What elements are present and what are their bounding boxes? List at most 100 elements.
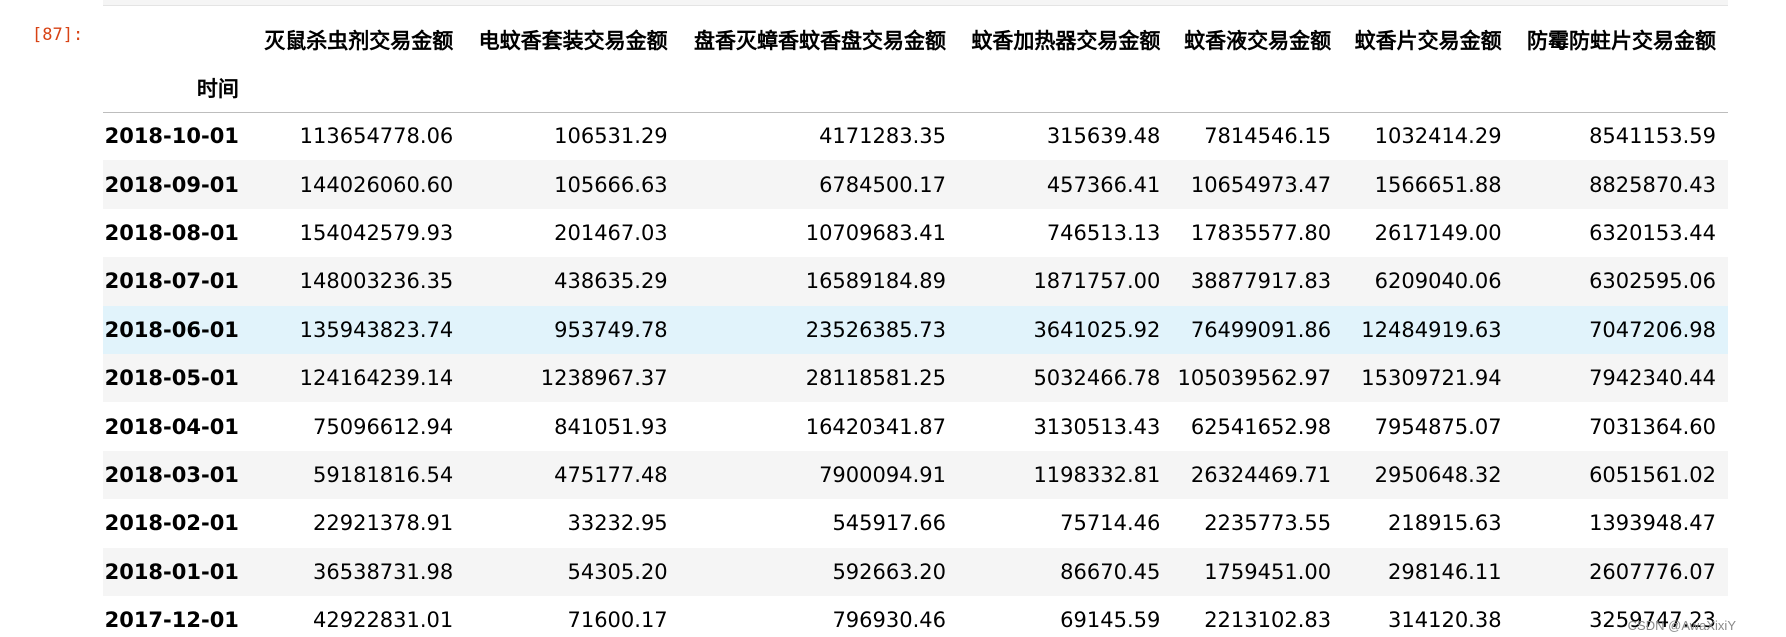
table-cell: 148003236.35 bbox=[299, 269, 454, 294]
table-cell: 1198332.81 bbox=[1033, 462, 1161, 487]
table-cell: 1032414.29 bbox=[1374, 124, 1502, 149]
table-cell: 7954875.07 bbox=[1374, 414, 1502, 439]
table-cell: 7031364.60 bbox=[1589, 414, 1716, 439]
table-row: 2018-09-01 144026060.60 105666.63 6784500.1… bbox=[103, 160, 1728, 209]
table-cell: 796930.46 bbox=[832, 608, 946, 633]
table-row: 2017-12-01 42922831.01 71600.17 796930.46 69… bbox=[103, 596, 1728, 637]
row-index: 2018-06-01 bbox=[104, 317, 239, 342]
table-cell: 62541652.98 bbox=[1190, 414, 1332, 439]
table-cell: 457366.41 bbox=[1046, 172, 1161, 197]
column-header: 电蚊香套装交易金额 bbox=[478, 29, 668, 53]
table-cell: 7814546.15 bbox=[1204, 124, 1332, 149]
table-cell: 113654778.06 bbox=[299, 124, 454, 149]
table-row: 2018-03-01 59181816.54 475177.48 7900094.91… bbox=[103, 450, 1728, 500]
table-cell: 2617149.00 bbox=[1374, 220, 1502, 245]
table-body: 2018-10-01 113654778.06 106531.29 4171283.3… bbox=[103, 112, 1728, 637]
table-cell: 75714.46 bbox=[1060, 511, 1161, 536]
table-cell: 841051.93 bbox=[554, 414, 668, 439]
table-header: 灭鼠杀虫剂交易金额 电蚊香套装交易金额 盘香灭蟑香蚊香盘交易金额 蚊香加热器交易… bbox=[103, 16, 1728, 113]
previous-cell-edge bbox=[103, 0, 1728, 6]
table-cell: 105666.63 bbox=[554, 172, 668, 197]
table-cell: 7900094.91 bbox=[819, 462, 946, 487]
table-cell: 154042579.93 bbox=[299, 220, 454, 245]
table-cell: 6209040.06 bbox=[1374, 269, 1502, 294]
table-cell: 23526385.73 bbox=[805, 317, 946, 342]
table-cell: 69145.59 bbox=[1060, 608, 1161, 633]
table-cell: 54305.20 bbox=[567, 559, 668, 584]
table-row: 2018-04-01 75096612.94 841051.93 16420341.8… bbox=[103, 402, 1728, 450]
table-cell: 1566651.88 bbox=[1374, 172, 1502, 197]
table-cell: 2607776.07 bbox=[1589, 559, 1716, 584]
table-cell: 59181816.54 bbox=[313, 462, 454, 487]
table-cell: 144026060.60 bbox=[299, 172, 454, 197]
row-index: 2017-12-01 bbox=[104, 608, 239, 633]
table-cell: 2235773.55 bbox=[1204, 511, 1332, 536]
watermark: CSDN @AwaXixiY bbox=[1627, 618, 1736, 633]
table-cell: 545917.66 bbox=[832, 511, 946, 536]
table-row: 2018-01-01 36538731.98 54305.20 592663.20 86… bbox=[103, 547, 1728, 596]
table-cell: 6051561.02 bbox=[1589, 462, 1716, 487]
table-cell: 28118581.25 bbox=[805, 366, 946, 391]
table-cell: 105039562.97 bbox=[1177, 366, 1332, 391]
table-cell: 314120.38 bbox=[1388, 608, 1502, 633]
table-cell: 135943823.74 bbox=[299, 317, 454, 342]
dataframe-output: 灭鼠杀虫剂交易金额 电蚊香套装交易金额 盘香灭蟑香蚊香盘交易金额 蚊香加热器交易… bbox=[103, 16, 1728, 637]
table-cell: 201467.03 bbox=[554, 220, 668, 245]
table-cell: 8825870.43 bbox=[1589, 172, 1716, 197]
table-cell: 6302595.06 bbox=[1589, 269, 1716, 294]
table-cell: 1238967.37 bbox=[540, 366, 668, 391]
table-cell: 86670.45 bbox=[1060, 559, 1161, 584]
table-cell: 438635.29 bbox=[554, 269, 668, 294]
table-cell: 22921378.91 bbox=[313, 511, 454, 536]
table-cell: 953749.78 bbox=[554, 317, 668, 342]
table-cell: 1871757.00 bbox=[1033, 269, 1161, 294]
column-header: 蚊香片交易金额 bbox=[1354, 29, 1502, 53]
column-header: 灭鼠杀虫剂交易金额 bbox=[264, 29, 454, 53]
table-cell: 3641025.92 bbox=[1033, 317, 1161, 342]
table-cell: 71600.17 bbox=[567, 608, 668, 633]
row-index: 2018-03-01 bbox=[104, 462, 239, 487]
row-index: 2018-04-01 bbox=[104, 414, 239, 439]
table-cell: 8541153.59 bbox=[1589, 124, 1716, 149]
table-cell: 298146.11 bbox=[1388, 559, 1502, 584]
table-cell: 33232.95 bbox=[567, 511, 668, 536]
table-cell: 218915.63 bbox=[1388, 511, 1502, 536]
row-index: 2018-08-01 bbox=[104, 220, 239, 245]
table-cell: 1759451.00 bbox=[1204, 559, 1332, 584]
table-row: 2018-08-01 154042579.93 201467.03 10709683.… bbox=[103, 209, 1728, 257]
table-cell: 3130513.43 bbox=[1033, 414, 1161, 439]
row-index: 2018-01-01 bbox=[104, 559, 239, 584]
row-index: 2018-10-01 bbox=[104, 124, 239, 149]
table-cell: 2213102.83 bbox=[1204, 608, 1332, 633]
table-cell: 16589184.89 bbox=[805, 269, 946, 294]
column-header: 蚊香液交易金额 bbox=[1184, 29, 1332, 53]
table-cell: 746513.13 bbox=[1046, 220, 1161, 245]
table-row: 2018-05-01 124164239.14 1238967.37 28118581… bbox=[103, 353, 1728, 403]
table-cell: 36538731.98 bbox=[313, 559, 454, 584]
row-index: 2018-09-01 bbox=[104, 172, 239, 197]
execution-count-prompt: [87]: bbox=[32, 25, 84, 45]
index-name: 时间 bbox=[103, 64, 251, 113]
column-header: 蚊香加热器交易金额 bbox=[971, 29, 1161, 53]
table-cell: 2950648.32 bbox=[1374, 462, 1502, 487]
table-cell: 26324469.71 bbox=[1190, 462, 1332, 487]
table-row: 2018-07-01 148003236.35 438635.29 16589184.… bbox=[103, 257, 1728, 306]
table-cell: 42922831.01 bbox=[313, 608, 454, 633]
table-cell: 124164239.14 bbox=[299, 366, 454, 391]
row-index: 2018-02-01 bbox=[104, 511, 239, 536]
dataframe-table: 灭鼠杀虫剂交易金额 电蚊香套装交易金额 盘香灭蟑香蚊香盘交易金额 蚊香加热器交易… bbox=[103, 16, 1728, 637]
table-row: 2018-10-01 113654778.06 106531.29 4171283.3… bbox=[103, 112, 1728, 160]
table-cell: 76499091.86 bbox=[1190, 317, 1332, 342]
row-index: 2018-07-01 bbox=[104, 269, 239, 294]
table-cell: 4171283.35 bbox=[819, 124, 946, 149]
table-row: 2018-02-01 22921378.91 33232.95 545917.66 75… bbox=[103, 499, 1728, 547]
index-name-row: 时间 bbox=[103, 64, 1728, 113]
table-cell: 12484919.63 bbox=[1361, 317, 1502, 342]
table-cell: 315639.48 bbox=[1046, 124, 1161, 149]
table-cell: 38877917.83 bbox=[1190, 269, 1332, 294]
table-cell: 6784500.17 bbox=[819, 172, 946, 197]
table-cell: 7942340.44 bbox=[1589, 366, 1716, 391]
table-cell: 10654973.47 bbox=[1190, 172, 1332, 197]
table-cell: 6320153.44 bbox=[1589, 220, 1716, 245]
column-header-row: 灭鼠杀虫剂交易金额 电蚊香套装交易金额 盘香灭蟑香蚊香盘交易金额 蚊香加热器交易… bbox=[103, 16, 1728, 64]
